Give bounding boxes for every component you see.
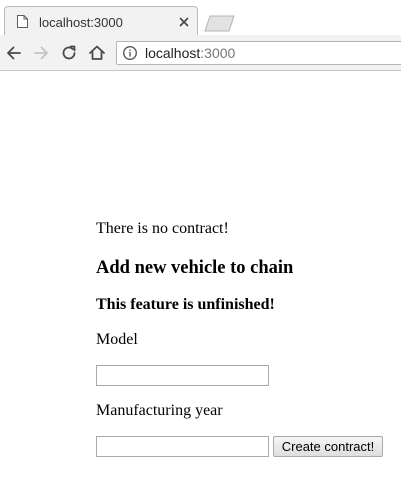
url-port: :3000 <box>200 45 236 61</box>
address-url: localhost:3000 <box>145 45 235 61</box>
warning-subheading: This feature is unfinished! <box>96 296 275 313</box>
close-icon[interactable] <box>177 15 191 29</box>
create-contract-button[interactable]: Create contract! <box>273 436 383 457</box>
page-icon <box>17 15 28 28</box>
info-icon[interactable] <box>122 45 138 61</box>
model-label: Model <box>96 331 138 348</box>
tab-title: localhost:3000 <box>39 15 123 30</box>
address-bar[interactable]: localhost:3000 <box>116 41 401 65</box>
page-heading: Add new vehicle to chain <box>96 258 294 278</box>
browser-tabstrip: localhost:3000 <box>0 0 401 36</box>
forward-arrow-icon[interactable] <box>31 43 51 63</box>
manufacturing-year-input[interactable] <box>96 436 269 457</box>
browser-tab[interactable]: localhost:3000 <box>4 6 198 36</box>
browser-toolbar: localhost:3000 <box>0 35 401 71</box>
model-input[interactable] <box>96 365 269 386</box>
reload-icon[interactable] <box>59 43 79 63</box>
home-icon[interactable] <box>87 43 107 63</box>
new-tab-icon[interactable] <box>204 15 236 32</box>
url-host: localhost <box>145 45 201 61</box>
status-message: There is no contract! <box>96 220 229 237</box>
back-arrow-icon[interactable] <box>4 43 24 63</box>
manufacturing-year-label: Manufacturing year <box>96 402 223 419</box>
